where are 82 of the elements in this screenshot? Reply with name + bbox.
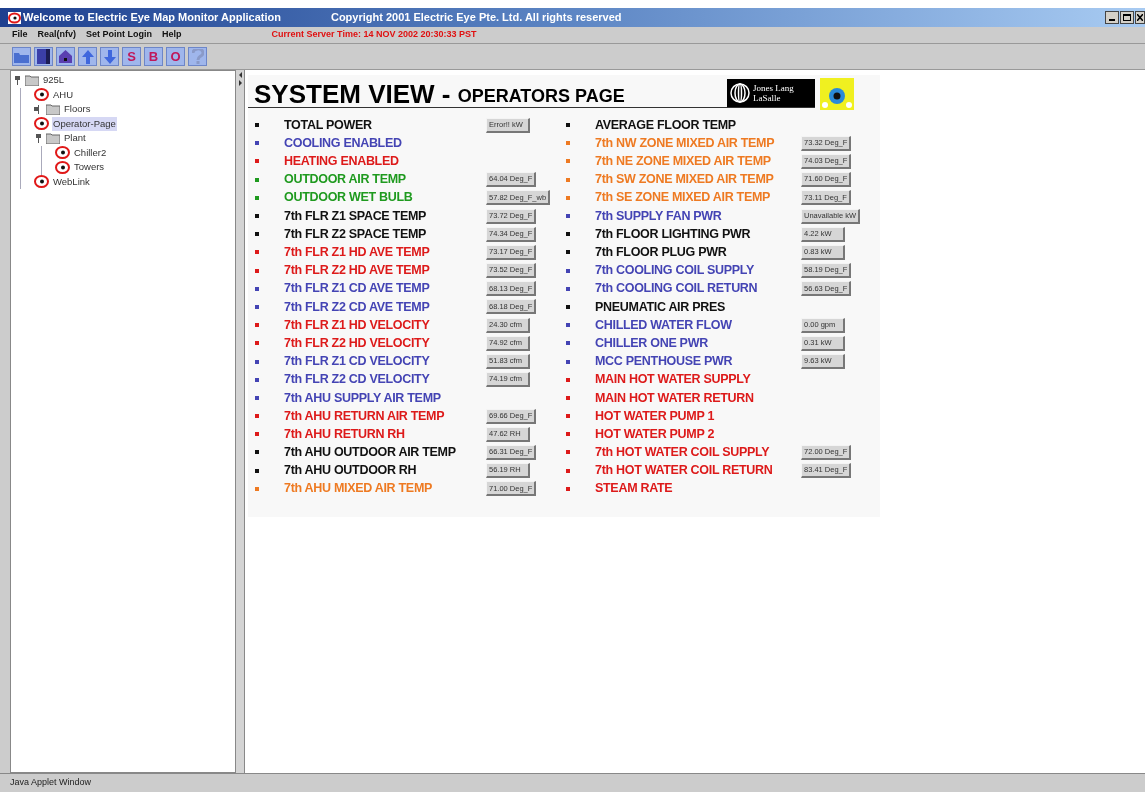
point-label: 7th FLOOR LIGHTING PWR bbox=[595, 225, 752, 243]
folder-icon bbox=[46, 103, 60, 115]
eye-icon bbox=[55, 146, 70, 160]
point-label: 7th AHU RETURN AIR TEMP bbox=[284, 407, 446, 425]
tree-item[interactable]: Floors bbox=[63, 102, 92, 117]
point-label: STEAM RATE bbox=[595, 480, 674, 498]
point-label: 7th COOLING COIL SUPPLY bbox=[595, 262, 756, 280]
down-arrow-icon[interactable] bbox=[100, 47, 119, 66]
point-label: 7th FLR Z2 SPACE TEMP bbox=[284, 225, 428, 243]
point-label: 7th HOT WATER COIL SUPPLY bbox=[595, 444, 771, 462]
point-label: 7th NW ZONE MIXED AIR TEMP bbox=[595, 134, 776, 152]
point-label: 7th HOT WATER COIL RETURN bbox=[595, 462, 774, 480]
tree-item[interactable]: Chiller2 bbox=[73, 145, 108, 160]
maximize-icon[interactable] bbox=[1120, 11, 1134, 24]
point-label: HOT WATER PUMP 2 bbox=[595, 425, 716, 443]
point-label: 7th NE ZONE MIXED AIR TEMP bbox=[595, 153, 772, 171]
close-icon[interactable] bbox=[1135, 11, 1145, 24]
point-label: 7th SW ZONE MIXED AIR TEMP bbox=[595, 171, 775, 189]
point-label: PNEUMATIC AIR PRES bbox=[595, 298, 727, 316]
point-label: OUTDOOR WET BULB bbox=[284, 189, 414, 207]
status-bar-text: Java Applet Window bbox=[10, 776, 92, 790]
tree-item[interactable]: AHU bbox=[52, 87, 75, 102]
point-label: 7th AHU RETURN RH bbox=[284, 425, 406, 443]
eye-icon bbox=[34, 88, 49, 102]
point-label: 7th AHU SUPPLY AIR TEMP bbox=[284, 389, 442, 407]
point-label: 7th FLR Z2 HD AVE TEMP bbox=[284, 262, 431, 280]
point-label: 7th AHU OUTDOOR AIR TEMP bbox=[284, 444, 457, 462]
point-label: TOTAL POWER bbox=[284, 116, 373, 134]
menu-item[interactable]: Help bbox=[162, 28, 182, 42]
globe-icon bbox=[730, 83, 750, 103]
document-icon[interactable] bbox=[34, 47, 53, 66]
point-label: MAIN HOT WATER RETURN bbox=[595, 389, 755, 407]
folder-icon bbox=[46, 132, 60, 144]
eye-icon bbox=[8, 11, 21, 24]
point-label: CHILLER ONE PWR bbox=[595, 334, 709, 352]
tree-item[interactable]: 925L bbox=[42, 73, 66, 88]
logo-text: Jones Lang LaSalle bbox=[753, 83, 795, 103]
point-label: 7th AHU MIXED AIR TEMP bbox=[284, 480, 434, 498]
point-label: 7th COOLING COIL RETURN bbox=[595, 280, 759, 298]
right-arrow-icon[interactable] bbox=[238, 80, 242, 86]
point-label: HEATING ENABLED bbox=[284, 153, 400, 171]
page-subtitle: OPERATORS PAGE bbox=[457, 87, 625, 105]
menu-item[interactable]: Set Point Login bbox=[86, 28, 153, 42]
page-title: SYSTEM VIEW - bbox=[254, 81, 452, 107]
point-label: 7th FLR Z1 SPACE TEMP bbox=[284, 207, 428, 225]
tree-item[interactable]: Operator-Page bbox=[52, 116, 117, 131]
point-label: HOT WATER PUMP 1 bbox=[595, 407, 716, 425]
tree-item[interactable]: Towers bbox=[73, 160, 106, 175]
expander-icon[interactable] bbox=[34, 133, 43, 143]
point-label: MAIN HOT WATER SUPPLY bbox=[595, 371, 752, 389]
point-label: 7th FLR Z1 HD AVE TEMP bbox=[284, 244, 431, 262]
eye-icon bbox=[34, 117, 49, 131]
eye-icon bbox=[34, 175, 49, 189]
tree-item[interactable]: Plant bbox=[63, 131, 87, 146]
point-label: 7th FLR Z1 HD VELOCITY bbox=[284, 316, 431, 334]
left-arrow-icon[interactable] bbox=[238, 72, 242, 78]
point-label: 7th SE ZONE MIXED AIR TEMP bbox=[595, 189, 772, 207]
eye-icon bbox=[55, 160, 70, 174]
point-label: 7th FLR Z2 CD VELOCITY bbox=[284, 371, 431, 389]
copyright-text: Copyright 2001 Electric Eye Pte. Ltd. All rights reserved bbox=[330, 10, 622, 26]
eye-logo-icon bbox=[820, 78, 854, 110]
point-label: MCC PENTHOUSE PWR bbox=[595, 353, 734, 371]
server-time: Current Server Time: 14 NOV 2002 20:30:33 PST bbox=[271, 28, 477, 42]
minimize-icon[interactable] bbox=[1105, 11, 1119, 24]
point-label: 7th FLR Z1 CD AVE TEMP bbox=[284, 280, 431, 298]
folder-icon bbox=[25, 74, 39, 86]
point-label: 7th FLR Z2 HD VELOCITY bbox=[284, 334, 431, 352]
point-label: AVERAGE FLOOR TEMP bbox=[595, 116, 737, 134]
menu-item[interactable]: File bbox=[12, 28, 28, 42]
point-label: 7th FLR Z2 CD AVE TEMP bbox=[284, 298, 431, 316]
point-label: 7th SUPPLY FAN PWR bbox=[595, 207, 723, 225]
expander-icon[interactable] bbox=[13, 75, 22, 85]
menu-item[interactable]: Real(nfv) bbox=[37, 28, 77, 42]
point-label: CHILLED WATER FLOW bbox=[595, 316, 733, 334]
point-label: COOLING ENABLED bbox=[284, 134, 403, 152]
tree-item[interactable]: WebLink bbox=[52, 174, 91, 189]
window-title: Welcome to Electric Eye Map Monitor Application bbox=[23, 10, 281, 26]
home-icon[interactable] bbox=[56, 47, 75, 66]
point-label: 7th AHU OUTDOOR RH bbox=[284, 462, 418, 480]
point-label: OUTDOOR AIR TEMP bbox=[284, 171, 407, 189]
point-label: 7th FLOOR PLUG PWR bbox=[595, 244, 728, 262]
point-label: 7th FLR Z1 CD VELOCITY bbox=[284, 353, 431, 371]
